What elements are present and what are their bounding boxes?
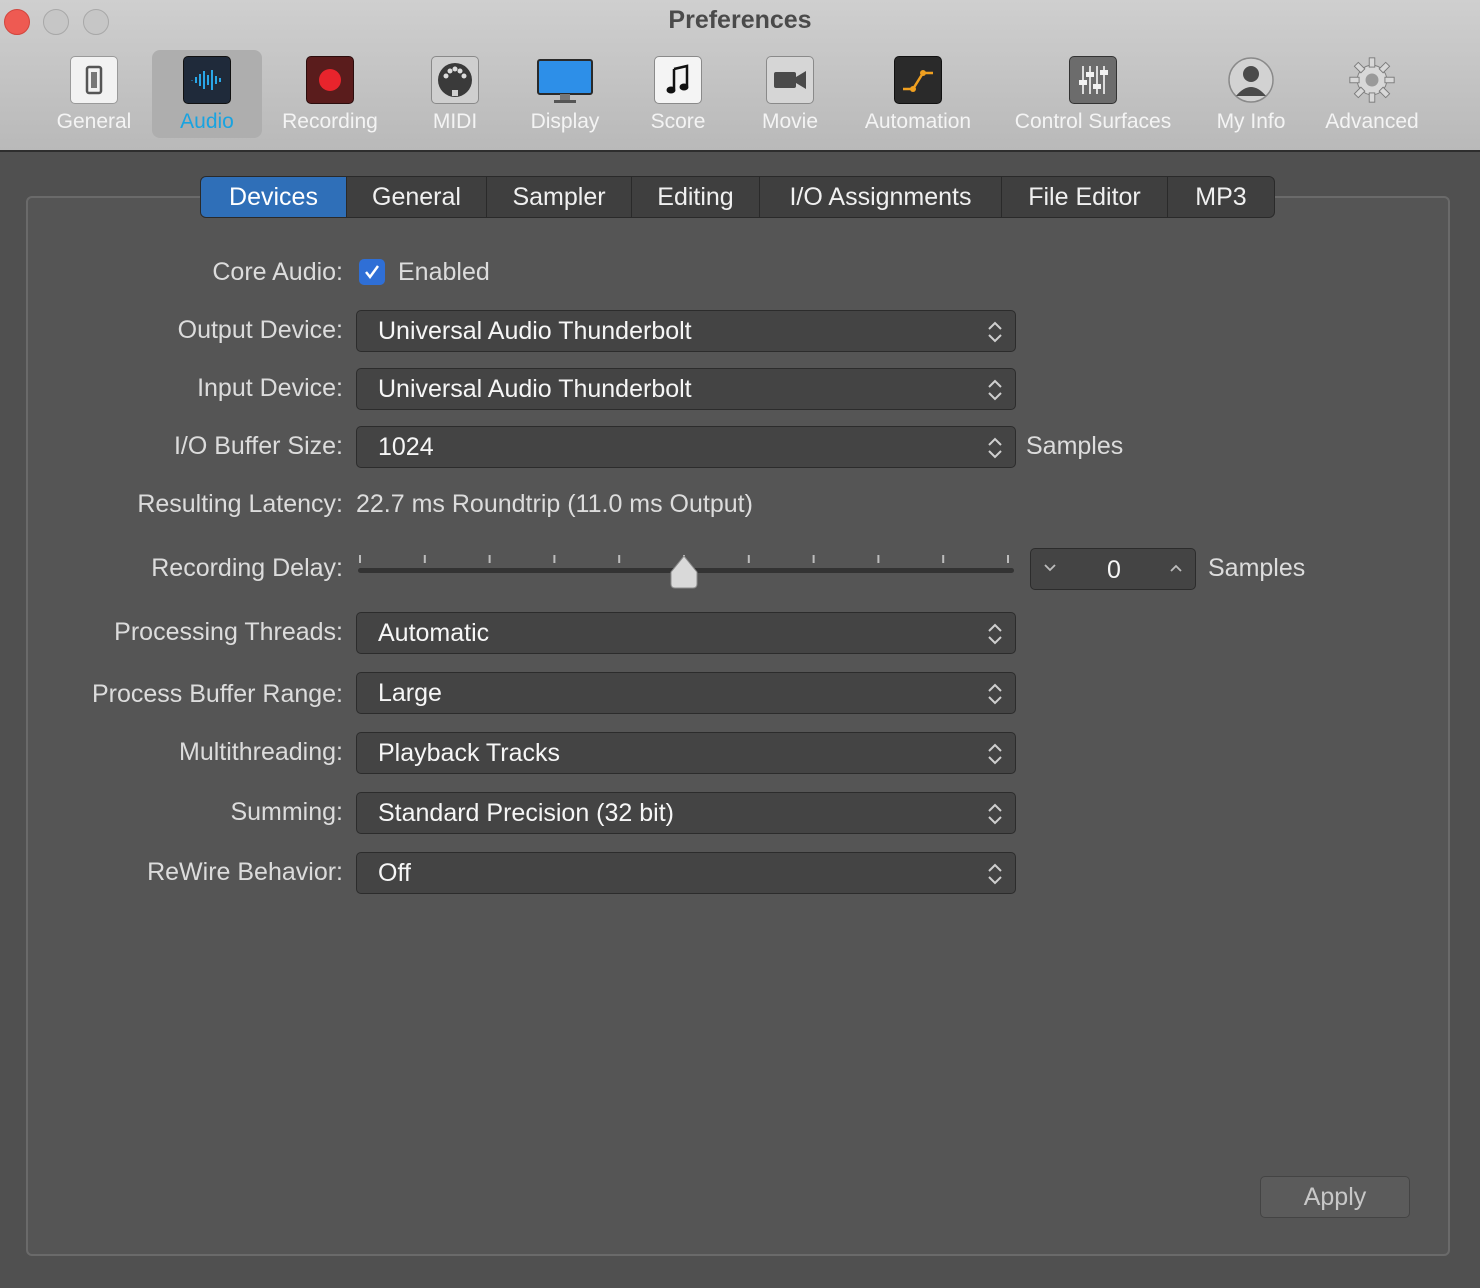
- recording-delay-label: Recording Delay:: [151, 554, 343, 582]
- toolbar-score[interactable]: Score: [636, 50, 720, 138]
- tab-editing[interactable]: Editing: [632, 177, 760, 217]
- up-down-chevron-icon: [988, 623, 1002, 645]
- multithreading-select[interactable]: Playback Tracks: [356, 732, 1016, 774]
- score-note-icon: [654, 56, 702, 104]
- rewire-behavior-value: Off: [378, 858, 411, 887]
- slider-thumb[interactable]: [670, 555, 698, 589]
- toolbar-audio[interactable]: Audio: [152, 50, 262, 138]
- latency-value: 22.7 ms Roundtrip (11.0 ms Output): [356, 490, 753, 518]
- processing-threads-label: Processing Threads:: [114, 618, 343, 646]
- up-down-chevron-icon: [988, 743, 1002, 765]
- summing-select[interactable]: Standard Precision (32 bit): [356, 792, 1016, 834]
- toolbar-control-surfaces[interactable]: Control Surfaces: [1002, 50, 1184, 138]
- toolbar-movie[interactable]: Movie: [748, 50, 832, 138]
- title-bar: Preferences General Audio Recording MIDI: [0, 0, 1480, 152]
- checkmark-icon: [365, 265, 380, 280]
- multithreading-value: Playback Tracks: [378, 738, 561, 767]
- buffer-size-unit: Samples: [1026, 432, 1124, 460]
- core-audio-label: Core Audio:: [212, 258, 343, 286]
- toolbar-my-info[interactable]: My Info: [1206, 50, 1296, 138]
- record-icon: [306, 56, 354, 104]
- multithreading-label: Multithreading:: [179, 738, 343, 766]
- sub-tab-bar: Devices General Sampler Editing I/O Assi…: [200, 176, 1275, 218]
- toolbar-display[interactable]: Display: [520, 50, 610, 138]
- gear-icon: [1348, 56, 1396, 104]
- toolbar-midi[interactable]: MIDI: [420, 50, 490, 138]
- slider-track: [358, 555, 1014, 589]
- recording-delay-slider[interactable]: [356, 548, 1016, 596]
- window-title: Preferences: [668, 6, 812, 34]
- display-monitor-icon: [536, 56, 594, 104]
- tab-file-editor[interactable]: File Editor: [1002, 177, 1168, 217]
- buffer-size-value: 1024: [378, 432, 434, 461]
- user-silhouette-icon: [1227, 56, 1275, 104]
- audio-waveform-icon: [183, 56, 231, 104]
- up-down-chevron-icon: [988, 379, 1002, 401]
- up-down-chevron-icon: [988, 683, 1002, 705]
- buffer-size-select[interactable]: 1024: [356, 426, 1016, 468]
- output-device-select[interactable]: Universal Audio Thunderbolt: [356, 310, 1016, 352]
- output-device-value: Universal Audio Thunderbolt: [378, 316, 692, 345]
- toolbar-advanced[interactable]: Advanced: [1316, 50, 1428, 138]
- tab-sampler[interactable]: Sampler: [487, 177, 632, 217]
- recording-delay-stepper[interactable]: 0: [1030, 548, 1196, 590]
- tab-general[interactable]: General: [347, 177, 487, 217]
- rewire-behavior-select[interactable]: Off: [356, 852, 1016, 894]
- tab-devices[interactable]: Devices: [201, 177, 347, 217]
- process-buffer-range-label: Process Buffer Range:: [91, 680, 343, 708]
- up-down-chevron-icon: [988, 437, 1002, 459]
- movie-camera-icon: [766, 56, 814, 104]
- rewire-behavior-label: ReWire Behavior:: [147, 858, 343, 886]
- core-audio-enabled-checkbox[interactable]: [359, 259, 385, 285]
- apply-button[interactable]: Apply: [1260, 1176, 1410, 1218]
- output-device-label: Output Device:: [177, 316, 343, 344]
- summing-value: Standard Precision (32 bit): [378, 798, 674, 827]
- up-down-chevron-icon: [988, 803, 1002, 825]
- process-buffer-range-select[interactable]: Large: [356, 672, 1016, 714]
- input-device-value: Universal Audio Thunderbolt: [378, 374, 692, 403]
- summing-label: Summing:: [230, 798, 343, 826]
- up-down-chevron-icon: [988, 321, 1002, 343]
- control-surfaces-faders-icon: [1069, 56, 1117, 104]
- recording-delay-unit: Samples: [1208, 554, 1306, 582]
- input-device-label: Input Device:: [197, 374, 343, 402]
- general-switch-icon: [70, 56, 118, 104]
- tab-mp3[interactable]: MP3: [1168, 177, 1274, 217]
- tab-io-assignments[interactable]: I/O Assignments: [760, 177, 1002, 217]
- chevron-up-icon[interactable]: [1169, 561, 1183, 575]
- buffer-size-label: I/O Buffer Size:: [173, 432, 343, 460]
- core-audio-enabled-label: Enabled: [398, 258, 490, 286]
- processing-threads-value: Automatic: [378, 618, 490, 647]
- process-buffer-range-value: Large: [378, 678, 442, 707]
- preferences-panel: [26, 196, 1450, 1256]
- automation-curve-icon: [894, 56, 942, 104]
- latency-label: Resulting Latency:: [137, 490, 343, 518]
- toolbar-automation[interactable]: Automation: [854, 50, 982, 138]
- toolbar-general[interactable]: General: [48, 50, 140, 138]
- toolbar-recording[interactable]: Recording: [272, 50, 388, 138]
- midi-connector-icon: [431, 56, 479, 104]
- input-device-select[interactable]: Universal Audio Thunderbolt: [356, 368, 1016, 410]
- up-down-chevron-icon: [988, 863, 1002, 885]
- processing-threads-select[interactable]: Automatic: [356, 612, 1016, 654]
